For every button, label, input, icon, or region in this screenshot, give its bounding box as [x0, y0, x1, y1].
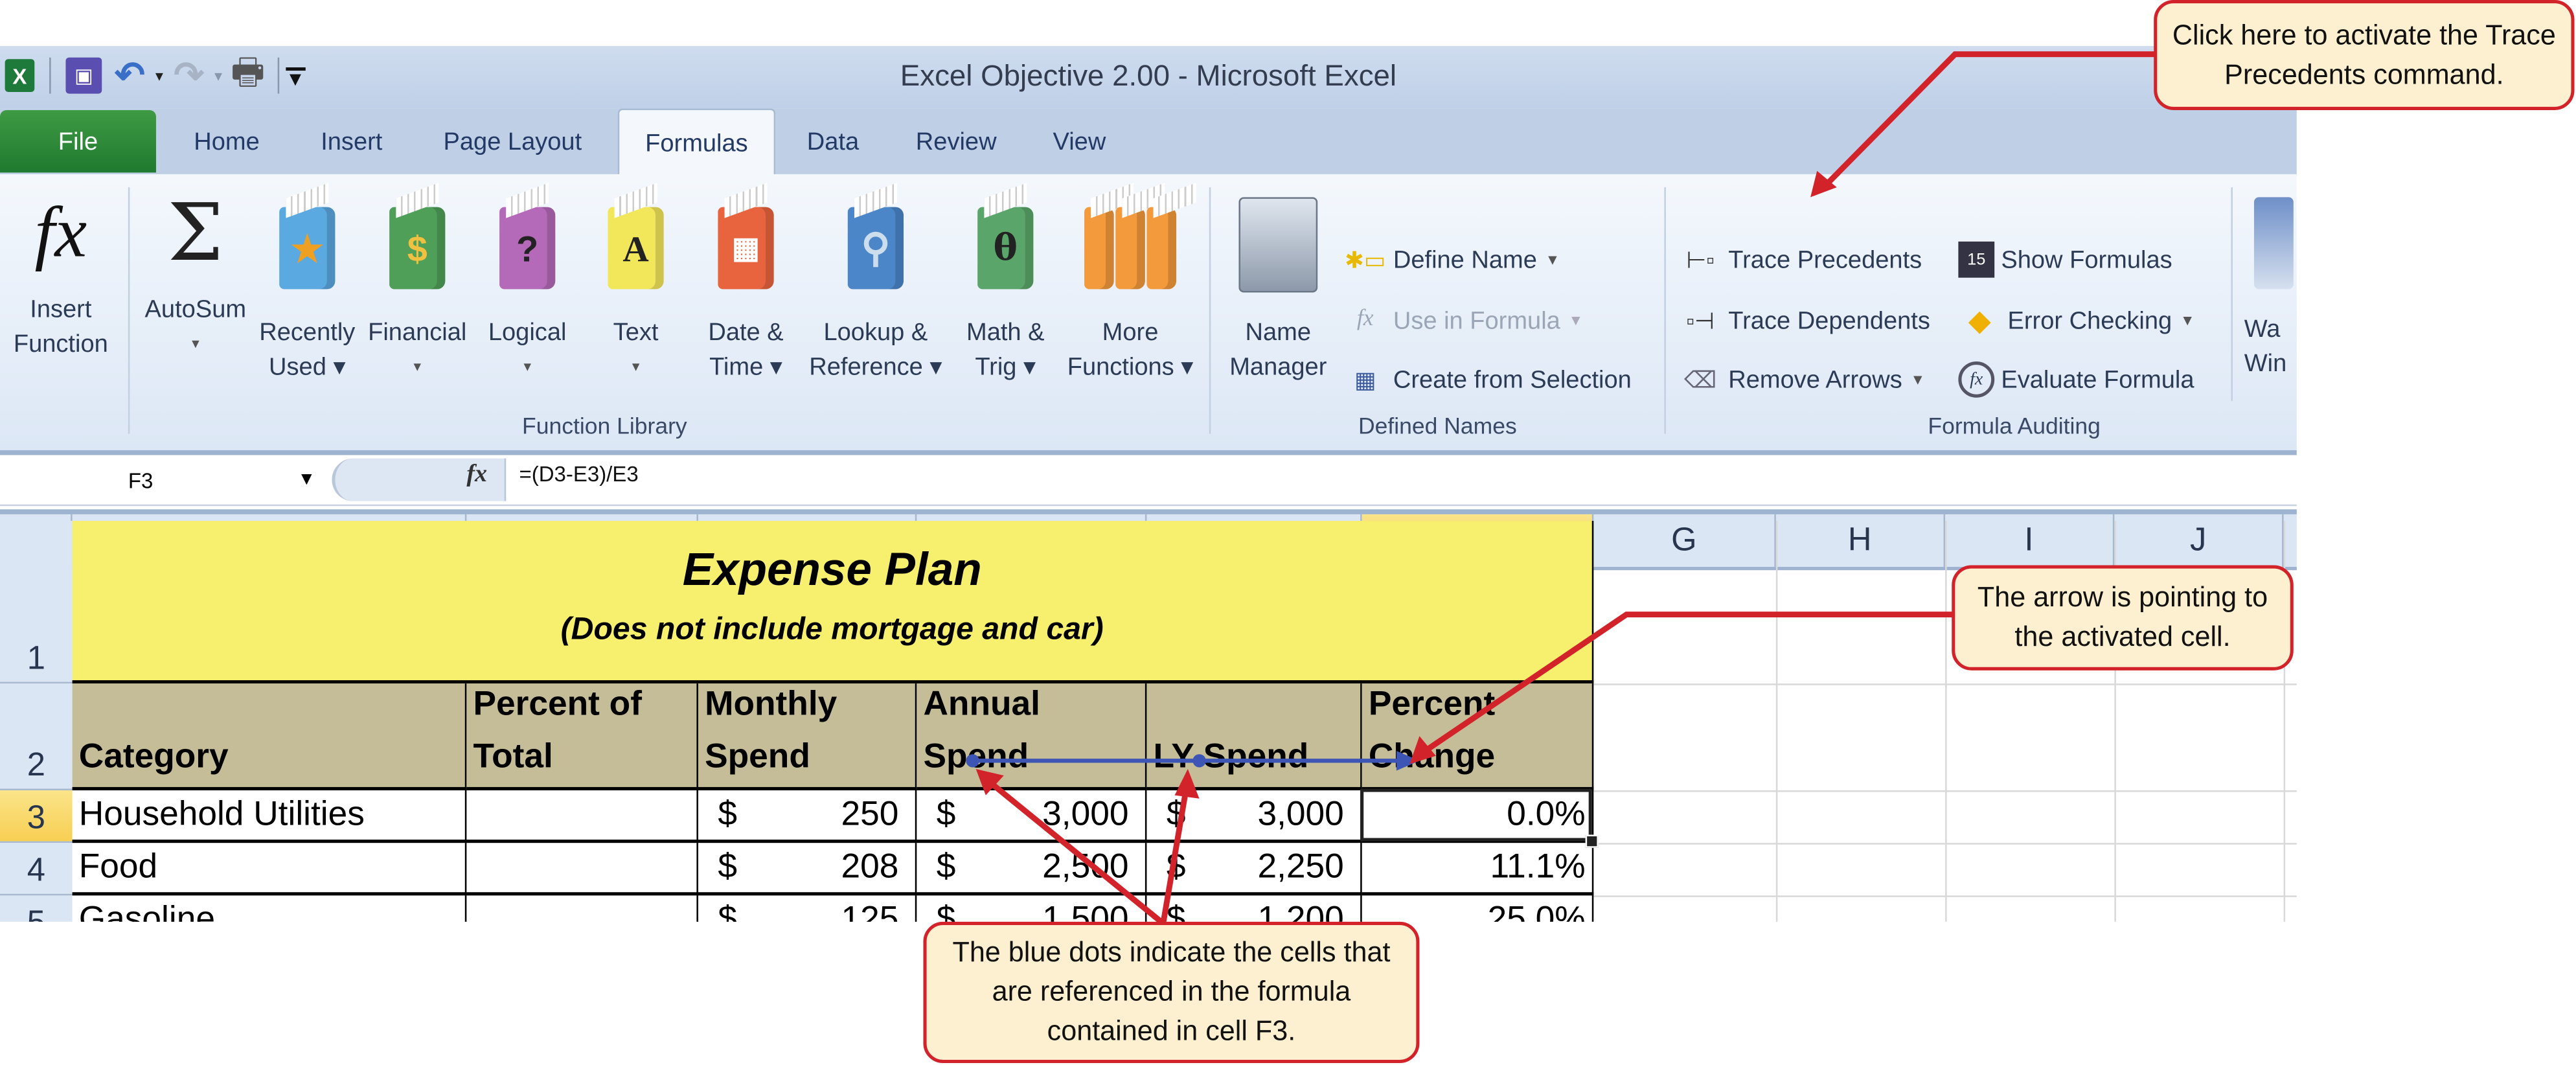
- annotation-arrows: [975, 51, 2156, 926]
- callout-leader-activated-cell: [1421, 612, 1955, 755]
- callout-arrowhead: [1409, 736, 1436, 764]
- callout-arrowhead: [1174, 769, 1200, 799]
- callout-blue-dots: The blue dots indicate the cells that ar…: [923, 921, 1420, 1064]
- callout-leader-blue-dots-d3: [984, 776, 1165, 926]
- callout-trace-precedents: Click here to activate the Trace Precede…: [2154, 0, 2575, 110]
- callout-activated-cell: The arrow is pointing to the activated c…: [1952, 565, 2294, 670]
- callout-leader-trace-precedents: [1825, 51, 2156, 187]
- callout-leader-blue-dots-e3: [1160, 788, 1189, 924]
